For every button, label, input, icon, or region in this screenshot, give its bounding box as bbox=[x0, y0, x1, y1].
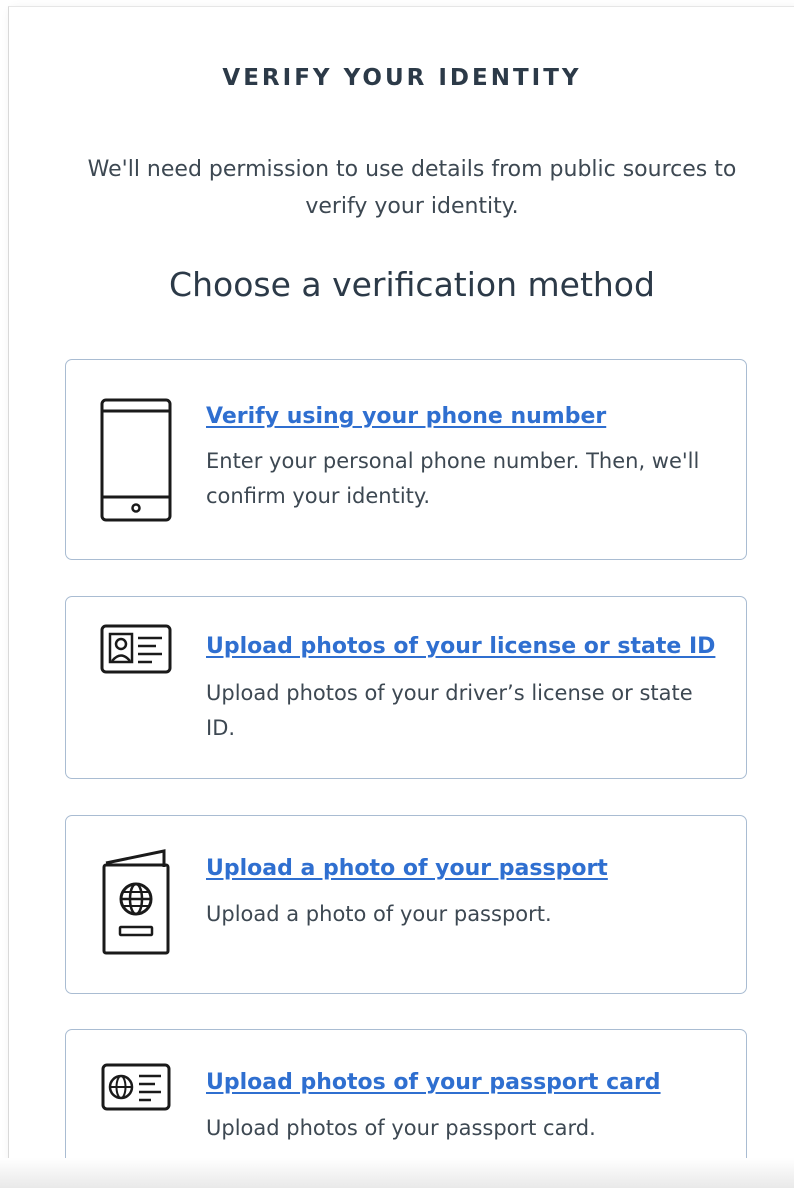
method-title-passport[interactable]: Upload a photo of your passport bbox=[206, 856, 608, 881]
verification-panel: VERIFY YOUR IDENTITY We'll need permissi… bbox=[8, 6, 794, 1183]
passport-card-icon bbox=[98, 1025, 174, 1149]
method-title-license[interactable]: Upload photos of your license or state I… bbox=[206, 634, 715, 659]
page-title: Choose a verification method bbox=[169, 265, 655, 304]
method-title-passport-card[interactable]: Upload photos of your passport card bbox=[206, 1070, 661, 1095]
page-kicker: VERIFY YOUR IDENTITY bbox=[222, 65, 582, 91]
method-card-license[interactable]: Upload photos of your license or state I… bbox=[65, 596, 747, 779]
intro-text: We'll need permission to use details fro… bbox=[87, 157, 737, 219]
passport-icon bbox=[98, 840, 174, 964]
method-title-phone[interactable]: Verify using your phone number bbox=[206, 404, 606, 429]
id-card-icon bbox=[98, 587, 174, 711]
method-description-phone: Enter your personal phone number. Then, … bbox=[206, 449, 700, 508]
method-card-phone[interactable]: Verify using your phone number Enter you… bbox=[65, 359, 747, 560]
bottom-fade bbox=[0, 1158, 794, 1188]
smartphone-icon bbox=[98, 398, 174, 522]
method-description-passport: Upload a photo of your passport. bbox=[206, 902, 552, 926]
method-description-license: Upload photos of your driver’s license o… bbox=[206, 681, 693, 740]
method-card-passport[interactable]: Upload a photo of your passport Upload a… bbox=[65, 815, 747, 994]
method-description-passport-card: Upload photos of your passport card. bbox=[206, 1116, 596, 1140]
